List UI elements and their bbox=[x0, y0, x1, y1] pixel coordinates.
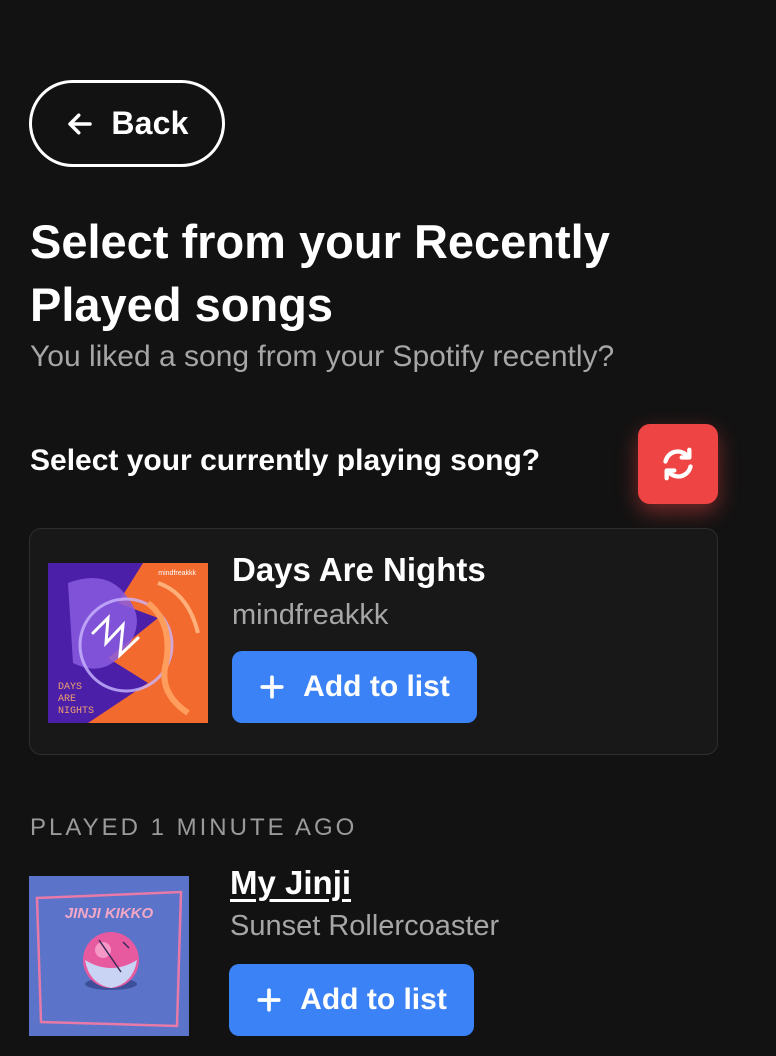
svg-text:JINJI KIKKO: JINJI KIKKO bbox=[65, 905, 154, 922]
page-subtitle: You liked a song from your Spotify recen… bbox=[30, 340, 615, 373]
add-to-list-label: Add to list bbox=[300, 983, 447, 1016]
back-button[interactable]: Back bbox=[29, 80, 225, 167]
recent-song-title[interactable]: My Jinji bbox=[230, 864, 351, 902]
current-song-title: Days Are Nights bbox=[232, 551, 486, 588]
add-to-list-button[interactable]: Add to list bbox=[232, 651, 477, 723]
currently-playing-heading: Select your currently playing song? bbox=[30, 444, 541, 477]
album-art-days-are-nights: mindfreakkk DAYS ARE NIGHTS bbox=[48, 563, 208, 723]
recent-song-artist: Sunset Rollercoaster bbox=[230, 910, 500, 942]
back-button-label: Back bbox=[111, 105, 189, 141]
refresh-button[interactable] bbox=[638, 424, 718, 504]
add-to-list-label: Add to list bbox=[303, 670, 450, 703]
add-to-list-button[interactable]: Add to list bbox=[229, 964, 474, 1036]
recently-played-page: Back Select from your Recently Played so… bbox=[0, 0, 776, 1056]
current-song-artist: mindfreakkk bbox=[232, 599, 389, 631]
page-title: Select from your Recently Played songs bbox=[30, 215, 610, 331]
plus-icon bbox=[260, 675, 284, 699]
currently-playing-card: mindfreakkk DAYS ARE NIGHTS Days Are Nig… bbox=[29, 528, 718, 755]
album-art-my-jinji: JINJI KIKKO bbox=[29, 876, 189, 1036]
arrow-left-icon bbox=[68, 113, 93, 134]
plus-icon bbox=[257, 988, 281, 1012]
svg-text:NIGHTS: NIGHTS bbox=[58, 706, 94, 717]
svg-text:mindfreakkk: mindfreakkk bbox=[158, 570, 196, 577]
svg-text:DAYS: DAYS bbox=[58, 682, 82, 693]
played-time-label: PLAYED 1 MINUTE AGO bbox=[30, 814, 358, 841]
refresh-icon bbox=[663, 447, 693, 481]
svg-text:ARE: ARE bbox=[58, 694, 76, 705]
